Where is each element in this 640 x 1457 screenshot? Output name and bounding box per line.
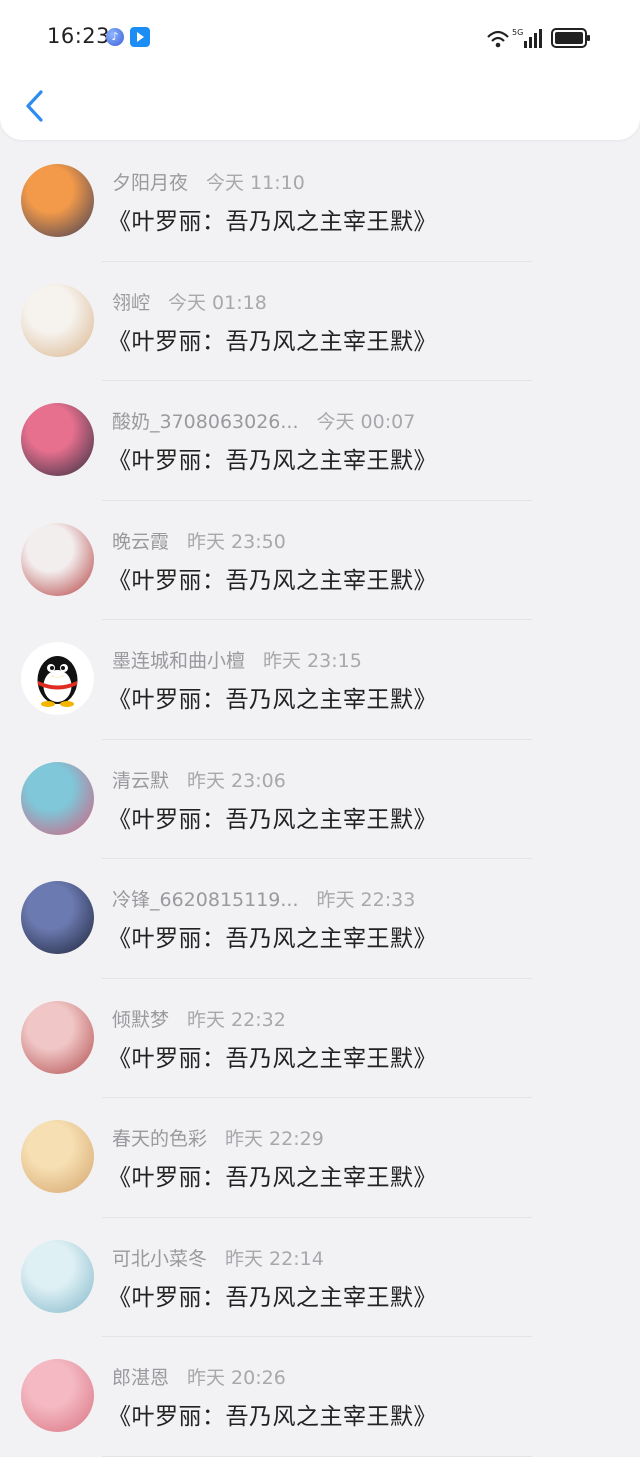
message-text[interactable]: 《叶罗丽：吾乃风之主宰王默》	[108, 202, 437, 236]
wifi-icon	[487, 30, 509, 48]
message-time: 昨天 22:32	[187, 1008, 286, 1031]
message-row[interactable]: 墨连城和曲小檀 昨天 23:15 《叶罗丽：吾乃风之主宰王默》	[0, 620, 640, 740]
message-row[interactable]: 翎崆 今天 01:18 《叶罗丽：吾乃风之主宰王默》	[0, 261, 640, 381]
message-time: 昨天 22:33	[316, 889, 416, 911]
sender-name[interactable]: 夕阳月夜	[112, 172, 188, 194]
message-row[interactable]: 晚云霞 昨天 23:50 《叶罗丽：吾乃风之主宰王默》	[0, 500, 640, 620]
avatar[interactable]	[21, 761, 94, 835]
message-meta: 酸奶_3708063026... 今天 00:07	[112, 407, 415, 434]
message-text[interactable]: 《叶罗丽：吾乃风之主宰王默》	[108, 1278, 437, 1312]
sender-name[interactable]: 翎崆	[112, 292, 150, 314]
avatar[interactable]	[21, 881, 94, 954]
message-row[interactable]: 冷锋_6620815119... 昨天 22:33 《叶罗丽：吾乃风之主宰王默》	[0, 859, 640, 979]
status-time: 16:23	[47, 24, 111, 48]
status-icons: 5G	[487, 28, 590, 48]
message-row[interactable]: 倾默梦 昨天 22:32 《叶罗丽：吾乃风之主宰王默》	[0, 978, 640, 1098]
message-time: 今天 11:10	[206, 172, 305, 194]
sender-name[interactable]: 墨连城和曲小檀	[112, 650, 245, 672]
sender-name[interactable]: 郎湛恩	[112, 1367, 169, 1389]
message-text[interactable]: 《叶罗丽：吾乃风之主宰王默》	[108, 1039, 437, 1073]
sender-name[interactable]: 倾默梦	[112, 1009, 169, 1031]
message-time: 昨天 22:29	[225, 1128, 324, 1150]
message-time: 今天 01:18	[168, 291, 267, 314]
message-text[interactable]: 《叶罗丽：吾乃风之主宰王默》	[108, 1158, 437, 1192]
message-time: 昨天 23:15	[263, 650, 362, 672]
avatar[interactable]	[21, 1120, 94, 1193]
avatar[interactable]	[21, 642, 94, 715]
avatar[interactable]	[21, 164, 94, 237]
message-list: 夕阳月夜 今天 11:10 《叶罗丽：吾乃风之主宰王默》 翎崆 今天 01:18 《叶罗丽…	[0, 142, 640, 1457]
message-time: 昨天 22:14	[225, 1247, 324, 1270]
message-meta: 清云默 昨天 23:06	[112, 766, 286, 793]
message-text[interactable]: 《叶罗丽：吾乃风之主宰王默》	[108, 1397, 437, 1431]
signal-icon	[524, 29, 542, 48]
message-row[interactable]: 郎湛恩 昨天 20:26 《叶罗丽：吾乃风之主宰王默》	[0, 1337, 640, 1457]
message-text[interactable]: 《叶罗丽：吾乃风之主宰王默》	[108, 680, 437, 714]
sender-name[interactable]: 晚云霞	[112, 531, 169, 553]
message-row[interactable]: 清云默 昨天 23:06 《叶罗丽：吾乃风之主宰王默》	[0, 739, 640, 859]
chevron-left-icon	[26, 90, 43, 122]
message-row[interactable]: 酸奶_3708063026... 今天 00:07 《叶罗丽：吾乃风之主宰王默》	[0, 381, 640, 501]
avatar[interactable]	[21, 1000, 94, 1074]
message-time: 昨天 23:50	[187, 530, 286, 553]
avatar[interactable]	[21, 1359, 94, 1432]
avatar[interactable]	[21, 403, 94, 476]
message-meta: 夕阳月夜 今天 11:10	[112, 168, 305, 195]
message-row[interactable]: 夕阳月夜 今天 11:10 《叶罗丽：吾乃风之主宰王默》	[0, 142, 640, 262]
message-meta: 翎崆 今天 01:18	[112, 288, 267, 315]
message-row[interactable]: 可北小菜冬 昨天 22:14 《叶罗丽：吾乃风之主宰王默》	[0, 1217, 640, 1337]
battery-icon	[551, 28, 590, 48]
sender-name[interactable]: 春天的色彩	[112, 1128, 207, 1150]
message-meta: 晚云霞 昨天 23:50	[112, 527, 286, 554]
sender-name[interactable]: 冷锋_6620815119...	[112, 889, 299, 911]
message-meta: 冷锋_6620815119... 昨天 22:33	[112, 885, 415, 912]
message-meta: 墨连城和曲小檀 昨天 23:15	[112, 646, 362, 673]
app-notification-icon	[130, 27, 150, 47]
message-meta: 倾默梦 昨天 22:32	[112, 1005, 286, 1032]
message-text[interactable]: 《叶罗丽：吾乃风之主宰王默》	[108, 800, 437, 834]
message-text[interactable]: 《叶罗丽：吾乃风之主宰王默》	[108, 919, 437, 953]
message-time: 昨天 20:26	[187, 1367, 286, 1389]
message-text[interactable]: 《叶罗丽：吾乃风之主宰王默》	[108, 441, 437, 475]
avatar[interactable]	[21, 1239, 94, 1313]
message-meta: 可北小菜冬 昨天 22:14	[112, 1244, 324, 1271]
back-button[interactable]	[18, 84, 58, 128]
sender-name[interactable]: 清云默	[112, 770, 169, 792]
divider	[102, 1455, 532, 1457]
message-time: 今天 00:07	[316, 411, 416, 433]
sender-name[interactable]: 酸奶_3708063026...	[112, 411, 299, 433]
sender-name[interactable]: 可北小菜冬	[112, 1248, 207, 1270]
top-bar: 16:23 ♪ 5G	[0, 0, 640, 140]
message-time: 昨天 23:06	[187, 769, 286, 792]
message-meta: 春天的色彩 昨天 22:29	[112, 1124, 324, 1151]
message-text[interactable]: 《叶罗丽：吾乃风之主宰王默》	[108, 561, 437, 595]
message-meta: 郎湛恩 昨天 20:26	[112, 1363, 286, 1390]
message-row[interactable]: 春天的色彩 昨天 22:29 《叶罗丽：吾乃风之主宰王默》	[0, 1098, 640, 1218]
penguin-icon	[37, 656, 78, 707]
network-type-label: 5G	[512, 28, 523, 37]
avatar[interactable]	[21, 522, 94, 596]
avatar[interactable]	[21, 283, 94, 357]
message-text[interactable]: 《叶罗丽：吾乃风之主宰王默》	[108, 322, 437, 356]
music-app-icon: ♪	[106, 28, 124, 46]
